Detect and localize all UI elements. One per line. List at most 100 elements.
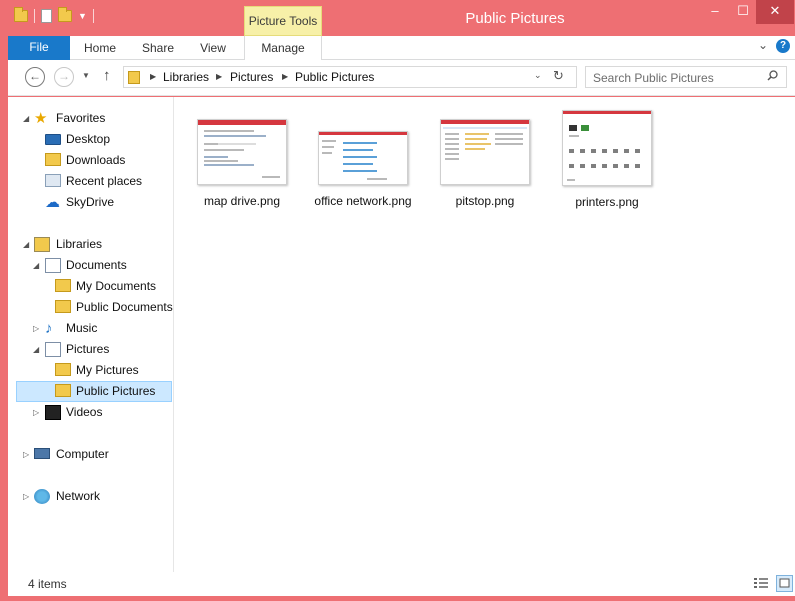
breadcrumb-libraries[interactable]: Libraries [163, 70, 209, 84]
tab-home[interactable]: Home [75, 36, 125, 60]
nav-label: Pictures [66, 342, 110, 356]
nav-label: Desktop [66, 132, 111, 146]
folder-icon [55, 384, 71, 397]
nav-label: Network [56, 489, 101, 503]
nav-recent-places[interactable]: Recent places [43, 172, 163, 193]
nav-label: SkyDrive [66, 195, 115, 209]
maximize-button[interactable]: ☐ [730, 0, 756, 24]
nav-public-pictures[interactable]: Public Pictures [16, 381, 172, 402]
collapse-arrow-icon[interactable]: ◢ [23, 109, 33, 128]
documents-icon [45, 258, 61, 273]
nav-my-documents[interactable]: My Documents [53, 277, 173, 298]
chevron-right-icon[interactable]: ▶ [282, 70, 288, 84]
address-dropdown-icon[interactable]: ⌄ [534, 70, 542, 81]
pictures-icon [45, 342, 61, 357]
divider [92, 9, 94, 23]
breadcrumb-pictures[interactable]: Pictures [230, 70, 273, 84]
nav-label: Videos [66, 405, 103, 419]
chevron-right-icon[interactable]: ▶ [216, 70, 222, 84]
nav-public-documents[interactable]: Public Documents [53, 298, 173, 319]
computer-icon [34, 448, 50, 459]
thumbnail-view-icon [779, 578, 790, 588]
nav-videos[interactable]: ▷ Videos [33, 403, 163, 424]
file-item[interactable]: printers.png [555, 110, 659, 210]
nav-libraries[interactable]: ◢ Libraries [23, 235, 163, 256]
expand-arrow-icon[interactable]: ▷ [33, 403, 43, 422]
customize-toolbar-icon[interactable]: ▼ [78, 11, 87, 21]
file-item[interactable]: office network.png [311, 131, 415, 209]
search-box[interactable] [585, 66, 787, 88]
expand-arrow-icon[interactable]: ▷ [33, 319, 43, 338]
nav-favorites[interactable]: ◢ ★ Favorites [23, 109, 163, 130]
nav-skydrive[interactable]: ☁ SkyDrive [43, 193, 163, 214]
tab-share[interactable]: Share [133, 36, 183, 60]
file-list[interactable]: map drive.png office network.png pitstop… [175, 97, 795, 572]
folder-icon [14, 7, 28, 22]
expand-arrow-icon[interactable]: ▷ [23, 445, 33, 464]
picture-tools-tab[interactable]: Picture Tools [244, 6, 322, 36]
file-thumbnail[interactable] [440, 119, 530, 185]
recent-locations-icon[interactable]: ▼ [82, 71, 90, 80]
properties-icon[interactable] [41, 9, 52, 23]
music-icon: ♪ [45, 320, 53, 337]
expand-ribbon-icon[interactable]: ⌄ [758, 38, 768, 52]
divider [34, 9, 35, 23]
file-name: map drive.png [203, 194, 281, 208]
nav-label: Computer [56, 447, 109, 461]
file-thumbnail[interactable] [562, 110, 652, 186]
breadcrumb-public-pictures[interactable]: Public Pictures [295, 70, 374, 84]
nav-label: Public Documents [76, 300, 173, 314]
close-button[interactable]: ✕ [756, 0, 794, 24]
search-icon[interactable] [767, 70, 778, 81]
forward-button[interactable]: → [54, 67, 74, 87]
file-item[interactable]: pitstop.png [433, 119, 537, 209]
nav-documents[interactable]: ◢ Documents [33, 256, 163, 277]
nav-computer[interactable]: ▷ Computer [23, 445, 163, 466]
ribbon-tab-bar [8, 36, 795, 60]
status-bar [8, 572, 795, 596]
nav-music[interactable]: ▷ ♪ Music [33, 319, 163, 340]
collapse-arrow-icon[interactable]: ◢ [23, 235, 33, 254]
nav-my-pictures[interactable]: My Pictures [53, 361, 173, 382]
file-item[interactable]: map drive.png [190, 119, 294, 209]
nav-label: My Pictures [76, 363, 139, 377]
collapse-arrow-icon[interactable]: ◢ [33, 256, 43, 275]
nav-label: Downloads [66, 153, 126, 167]
new-folder-icon[interactable] [58, 7, 72, 22]
cloud-icon: ☁ [45, 194, 60, 211]
folder-icon [55, 300, 71, 313]
back-button[interactable]: ← [25, 67, 45, 87]
navigation-pane[interactable]: ◢ ★ Favorites Desktop Downloads Recent p… [8, 97, 174, 572]
quick-access-toolbar: ▼ [14, 7, 94, 23]
minimize-button[interactable]: – [700, 0, 730, 24]
search-input[interactable] [593, 70, 763, 85]
file-thumbnail[interactable] [197, 119, 287, 185]
nav-label: Public Pictures [76, 384, 156, 398]
item-count: 4 items [28, 577, 67, 591]
address-bar[interactable]: ▶ Libraries ▶ Pictures ▶ Public Pictures [123, 66, 577, 88]
nav-label: Libraries [56, 237, 103, 251]
collapse-arrow-icon[interactable]: ◢ [33, 340, 43, 359]
tab-file[interactable]: File [8, 36, 70, 60]
downloads-folder-icon [45, 153, 61, 166]
file-name: printers.png [575, 195, 639, 209]
nav-desktop[interactable]: Desktop [43, 130, 163, 151]
refresh-icon[interactable]: ↻ [553, 68, 564, 84]
large-icons-view-icon[interactable] [776, 575, 793, 592]
nav-network[interactable]: ▷ Network [23, 487, 163, 508]
help-icon[interactable]: ? [776, 39, 790, 53]
nav-downloads[interactable]: Downloads [43, 151, 163, 172]
chevron-right-icon[interactable]: ▶ [150, 70, 156, 84]
videos-icon [45, 405, 61, 420]
tab-manage[interactable]: Manage [244, 36, 322, 60]
tab-view[interactable]: View [190, 36, 236, 60]
nav-label: Music [66, 321, 98, 335]
up-button[interactable]: ↑ [103, 67, 111, 84]
folder-icon [55, 279, 71, 292]
libraries-icon [34, 237, 50, 252]
file-thumbnail[interactable] [318, 131, 408, 185]
nav-pictures[interactable]: ◢ Pictures [33, 340, 163, 361]
expand-arrow-icon[interactable]: ▷ [23, 487, 33, 506]
details-view-icon[interactable] [754, 577, 768, 590]
file-name: office network.png [314, 194, 412, 208]
